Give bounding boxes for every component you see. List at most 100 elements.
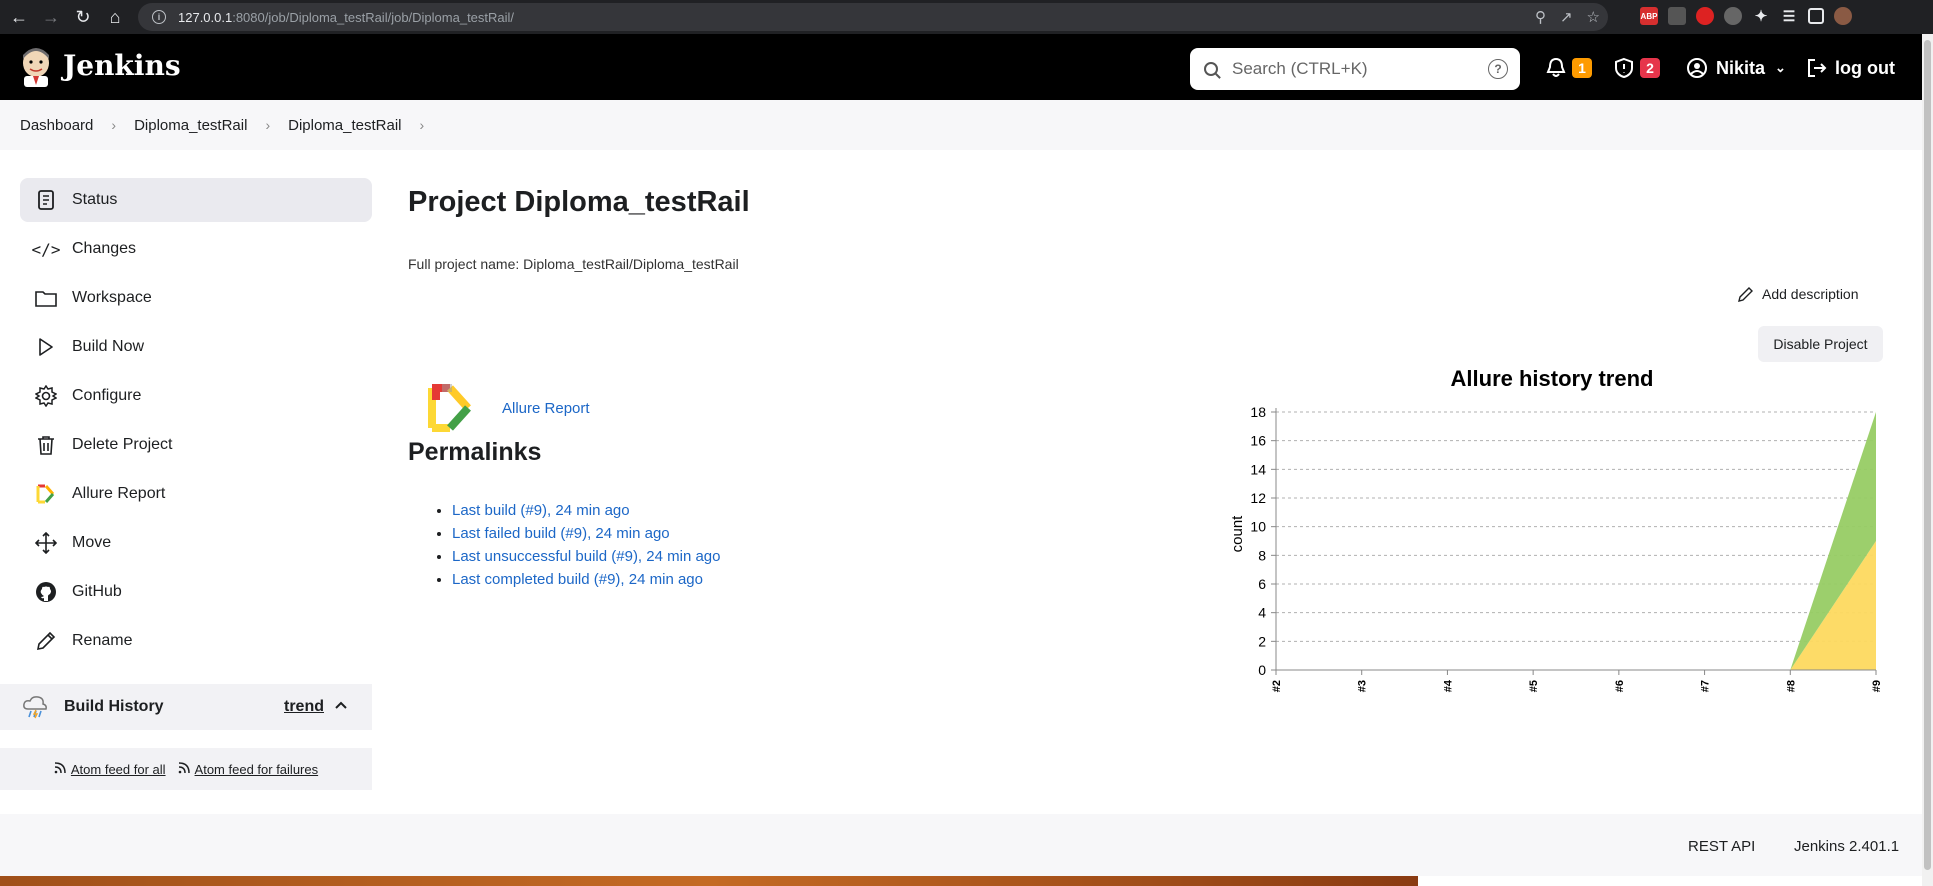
- sidebar-item-allure-report[interactable]: Allure Report: [20, 472, 372, 516]
- sidebar-item-label: Changes: [72, 240, 137, 257]
- help-icon[interactable]: ?: [1488, 59, 1508, 79]
- sidebar-item-move[interactable]: Move: [20, 521, 372, 565]
- user-icon: [1687, 58, 1707, 78]
- trend-link[interactable]: trend: [284, 698, 324, 716]
- build-history-header[interactable]: Build History trend: [0, 684, 372, 730]
- forward-icon[interactable]: →: [38, 4, 64, 30]
- record-icon[interactable]: [1696, 7, 1714, 25]
- allure-report-link[interactable]: Allure Report: [502, 400, 590, 417]
- adblock-icon[interactable]: ABP: [1640, 7, 1658, 25]
- chart-x-tick-label: #8: [1785, 680, 1797, 692]
- chevron-right-icon[interactable]: ›: [265, 117, 270, 133]
- permalink-last-failed[interactable]: Last failed build (#9), 24 min ago: [452, 525, 670, 542]
- breadcrumb-job[interactable]: Diploma_testRail: [288, 117, 401, 134]
- chart-area-series-1: [1276, 412, 1876, 670]
- logout-button[interactable]: log out: [1806, 57, 1895, 79]
- security-badge: 2: [1640, 58, 1660, 78]
- permalinks-title: Permalinks: [408, 438, 542, 466]
- chevron-right-icon[interactable]: ›: [420, 117, 425, 133]
- jenkins-version-link[interactable]: Jenkins 2.401.1: [1794, 838, 1899, 855]
- allure-logo-icon[interactable]: [428, 384, 476, 432]
- security-button[interactable]: 2: [1614, 57, 1660, 79]
- trash-icon: [34, 433, 58, 457]
- list-item: Last unsuccessful build (#9), 24 min ago: [452, 548, 720, 571]
- rest-api-link[interactable]: REST API: [1688, 838, 1755, 855]
- home-icon[interactable]: ⌂: [102, 4, 128, 30]
- back-icon[interactable]: ←: [6, 4, 32, 30]
- sidebar-item-label: Build Now: [72, 338, 145, 355]
- sidebar-item-status[interactable]: Status: [20, 178, 372, 222]
- user-name[interactable]: Nikita: [1716, 58, 1765, 79]
- notifications-badge: 1: [1572, 58, 1592, 78]
- list-item: Last failed build (#9), 24 min ago: [452, 525, 720, 548]
- breadcrumb-dashboard[interactable]: Dashboard: [20, 117, 93, 134]
- rss-icon: [178, 761, 190, 777]
- media-icon[interactable]: ☰: [1780, 7, 1798, 25]
- chevron-down-icon[interactable]: ⌄: [1775, 60, 1786, 76]
- atom-feeds: Atom feed for all Atom feed for failures: [0, 748, 372, 790]
- info-icon[interactable]: i: [152, 10, 166, 24]
- atom-feed-failures-link[interactable]: Atom feed for failures: [178, 761, 318, 777]
- folder-icon: [34, 286, 58, 310]
- play-icon: [34, 335, 58, 359]
- add-description-button[interactable]: Add description: [1738, 286, 1859, 302]
- sidebar-item-github[interactable]: GitHub: [20, 570, 372, 614]
- chart-x-tick-label: #5: [1528, 680, 1540, 692]
- scrollbar[interactable]: [1922, 34, 1933, 886]
- disable-project-button[interactable]: Disable Project: [1758, 326, 1883, 362]
- scrollbar-thumb[interactable]: [1924, 40, 1931, 870]
- avatar[interactable]: [1834, 7, 1852, 25]
- chart-y-tick-label: 12: [1250, 490, 1266, 506]
- sidebar-item-configure[interactable]: Configure: [20, 374, 372, 418]
- breadcrumb-folder[interactable]: Diploma_testRail: [134, 117, 247, 134]
- atom-feed-all-link[interactable]: Atom feed for all: [54, 762, 166, 777]
- permalink-last-build[interactable]: Last build (#9), 24 min ago: [452, 502, 630, 519]
- chart-y-tick-label: 4: [1258, 605, 1266, 621]
- jenkins-logo[interactable]: [18, 47, 54, 87]
- sidepanel-icon[interactable]: [1808, 8, 1824, 24]
- notifications-button[interactable]: 1: [1546, 57, 1592, 79]
- sidebar-item-label: Allure Report: [72, 485, 166, 502]
- sidebar-item-label: Status: [72, 191, 118, 208]
- build-history-title: Build History: [64, 698, 164, 715]
- search-input[interactable]: [1232, 59, 1482, 79]
- address-bar[interactable]: i 127.0.0.1:8080/job/Diploma_testRail/jo…: [138, 3, 1608, 31]
- user-menu[interactable]: Nikita ⌄: [1686, 57, 1786, 79]
- chevron-up-icon[interactable]: [334, 698, 348, 712]
- chart-y-tick-label: 2: [1258, 633, 1266, 649]
- permalink-last-unsuccessful[interactable]: Last unsuccessful build (#9), 24 min ago: [452, 548, 720, 565]
- chart-x-tick-label: #9: [1871, 680, 1883, 692]
- extension-icon[interactable]: [1668, 7, 1686, 25]
- add-description-label[interactable]: Add description: [1762, 286, 1859, 302]
- chart-title: Allure history trend: [1451, 366, 1654, 391]
- chart-x-tick-label: #2: [1271, 680, 1283, 692]
- sidebar-item-delete-project[interactable]: Delete Project: [20, 423, 372, 467]
- search-box[interactable]: ?: [1190, 48, 1520, 90]
- zoom-icon[interactable]: ⚲: [1535, 8, 1546, 26]
- pencil-icon: [1738, 287, 1753, 302]
- allure-history-trend-chart[interactable]: Allure history trend count 0 2 4 6 8 10 12 14 16…: [1220, 362, 1890, 702]
- sidebar-item-build-now[interactable]: Build Now: [20, 325, 372, 369]
- sidebar-item-changes[interactable]: </> Changes: [20, 227, 372, 271]
- reload-icon[interactable]: ↻: [70, 4, 96, 30]
- sidebar-item-label: Delete Project: [72, 436, 173, 453]
- sidebar-item-workspace[interactable]: Workspace: [20, 276, 372, 320]
- chart-y-tick-label: 10: [1250, 519, 1266, 535]
- bookmark-star-icon[interactable]: ☆: [1587, 8, 1600, 26]
- sidebar-item-label: GitHub: [72, 583, 122, 600]
- allure-icon: [34, 482, 58, 506]
- share-icon[interactable]: ↗: [1560, 8, 1573, 26]
- move-icon: [34, 531, 58, 555]
- jenkins-header: Jenkins ? 1 2 Nikita ⌄ log out: [0, 34, 1922, 100]
- search-icon: [1204, 62, 1218, 76]
- logout-label[interactable]: log out: [1835, 58, 1895, 79]
- sidebar-item-rename[interactable]: Rename: [20, 619, 372, 663]
- page-title: Project Diploma_testRail: [408, 186, 750, 218]
- puzzle-icon[interactable]: ✦: [1752, 7, 1770, 25]
- chevron-right-icon[interactable]: ›: [111, 117, 116, 133]
- permalink-last-completed[interactable]: Last completed build (#9), 24 min ago: [452, 571, 703, 588]
- app-title[interactable]: Jenkins: [63, 49, 181, 82]
- url-text[interactable]: 127.0.0.1:8080/job/Diploma_testRail/job/…: [178, 10, 514, 25]
- extension-icon[interactable]: [1724, 7, 1742, 25]
- chart-x-tick-label: #3: [1357, 680, 1369, 692]
